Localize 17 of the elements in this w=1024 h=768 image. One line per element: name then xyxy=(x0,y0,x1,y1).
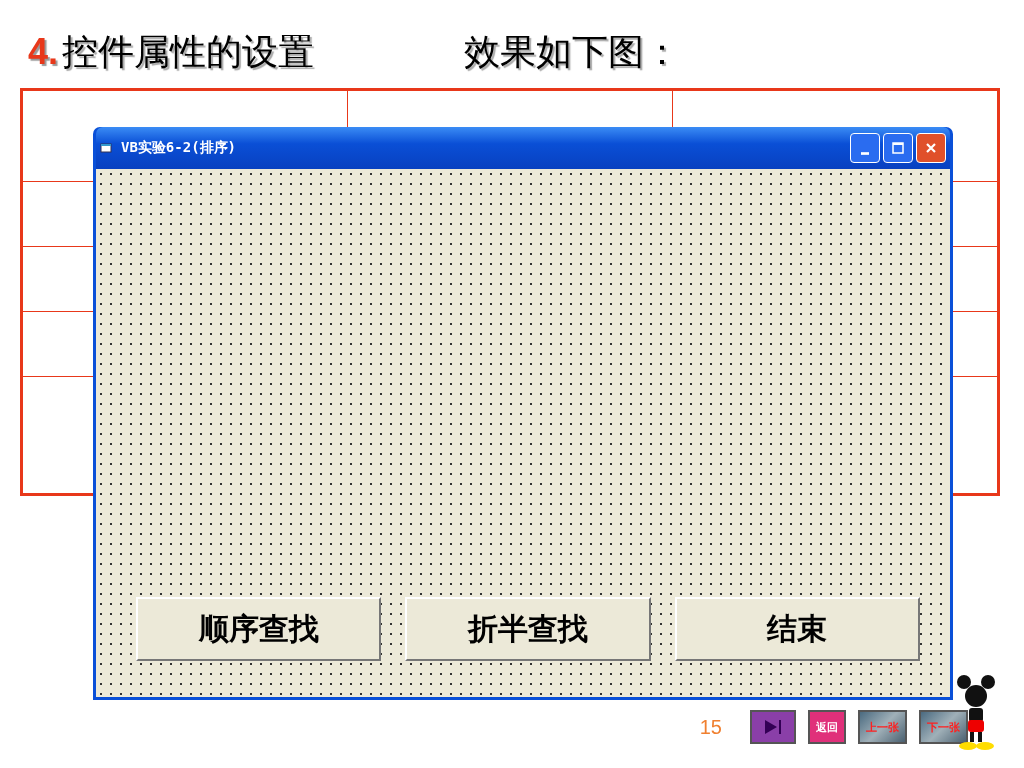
maximize-button[interactable] xyxy=(883,133,913,163)
minimize-button[interactable] xyxy=(850,133,880,163)
minimize-icon xyxy=(861,151,869,155)
command-button[interactable]: 顺序查找 xyxy=(136,597,382,661)
app-icon xyxy=(100,142,112,154)
close-icon xyxy=(925,142,937,154)
slide-heading: 控件属性的设置 xyxy=(62,30,315,74)
maximize-icon xyxy=(892,142,904,154)
nav-button[interactable]: 返回 xyxy=(808,710,846,744)
close-button[interactable] xyxy=(916,133,946,163)
command-button[interactable]: 折半查找 xyxy=(405,597,651,661)
command-button[interactable]: 结束 xyxy=(674,597,920,661)
window-title: VB实验6-2(排序) xyxy=(121,139,236,157)
page-number: 15 xyxy=(699,715,722,739)
slide-caption: 效果如下图： xyxy=(464,30,681,74)
heading-number: 4. xyxy=(28,31,59,73)
last-slide-button[interactable] xyxy=(750,710,796,744)
